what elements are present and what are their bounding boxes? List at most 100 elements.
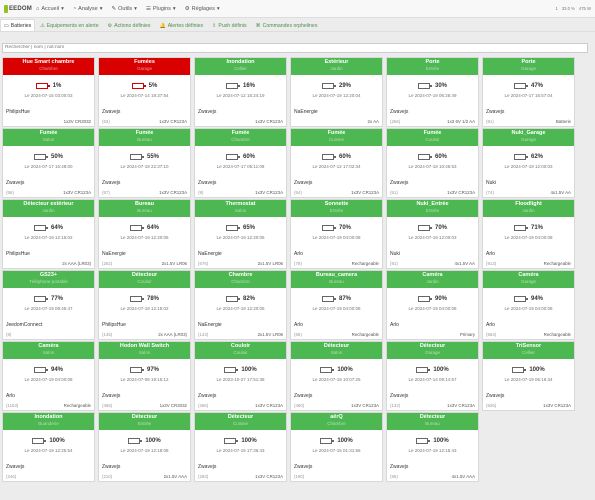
- battery-percent: 94%: [530, 295, 543, 302]
- battery-card[interactable]: Hodon Wall Switch Salon 97% Le 2024-07-08 1…: [98, 341, 191, 411]
- battery-card[interactable]: Porte Entrée 30% Le 2024-07-19 06:26:49 Zwav…: [386, 57, 479, 127]
- tab-alertes[interactable]: 🔔 Alertes définies: [155, 19, 207, 31]
- card-room: Entrée: [425, 208, 440, 213]
- battery-card[interactable]: Détecteur Cuisine 100% Le 2024-07-15 17:36:…: [194, 412, 287, 482]
- card-protocol: Arlo: [390, 322, 399, 328]
- battery-card[interactable]: Extérieur Jardin 29% Le 2024-07-19 12:20:04…: [290, 57, 383, 127]
- card-protocol: NaEnergie: [102, 251, 126, 257]
- battery-card[interactable]: Détecteur Entrée 100% Le 2024-07-19 12:18:0…: [98, 412, 191, 482]
- battery-card[interactable]: Détecteur Salon 100% Le 2024-07-18 10:07:25…: [290, 341, 383, 411]
- card-date: Le 2024-07-19 12:15:43: [408, 448, 457, 453]
- battery-card[interactable]: Nuki_Garage Garage 62% Le 2024-07-19 12:00:…: [482, 128, 575, 198]
- card-header: Fumée Chambre: [195, 129, 286, 146]
- card-header: Nuki_Entrée Entrée: [387, 200, 478, 217]
- card-footer: (266) 1x3V CR123A: [198, 403, 283, 408]
- card-title: Inondation: [226, 59, 255, 65]
- card-header: Détecteur Garage: [387, 342, 478, 359]
- card-protocol: JeedomConnect: [6, 322, 43, 328]
- tab-commandes-orphelines[interactable]: ⌘ Commandes orphelines: [252, 19, 322, 31]
- card-battery-type: Rechargeable: [63, 403, 91, 408]
- card-room: Entrée: [137, 421, 152, 426]
- card-room: Bureau: [425, 421, 440, 426]
- card-title: Couloir: [230, 343, 251, 349]
- battery-card[interactable]: Porte Garage 47% Le 2024-07-17 16:57:04 Zwav…: [482, 57, 575, 127]
- card-id: (564): [486, 332, 497, 337]
- battery-card[interactable]: Nuki_Entrée Entrée 70% Le 2024-07-19 12:00:…: [386, 199, 479, 269]
- battery-card[interactable]: aërQ Chambre 100% Le 2024-07-15 01:31:56 Zwa…: [290, 412, 383, 482]
- card-room: Salon: [42, 350, 55, 355]
- card-protocol: Arlo: [486, 251, 495, 257]
- battery-card[interactable]: TriSensor Cellier 100% Le 2024-07-19 06:16:…: [482, 341, 575, 411]
- card-date: Le 2024-07-12 15:24:19: [216, 93, 265, 98]
- status-humidity[interactable]: 33.0 %: [562, 6, 575, 11]
- battery-card[interactable]: Fumée Chambre 60% Le 2024-07-17 05:11:09 Zwa…: [194, 128, 287, 198]
- battery-card[interactable]: Bureau_camera Bureau 87% Le 2024-07-19 04:0…: [290, 270, 383, 340]
- tab-actions[interactable]: ⚙ Actions définies: [104, 19, 155, 31]
- battery-card[interactable]: Thermostat Salon 65% Le 2024-07-19 12:20:05…: [194, 199, 287, 269]
- card-footer: (455) 1x3V CR2032: [102, 403, 187, 408]
- tab-bar: ▭ Batteries ⚠ Equipements en alerte ⚙ Actio…: [0, 18, 595, 32]
- tab-equipements-alerte[interactable]: ⚠ Equipements en alerte: [36, 19, 102, 31]
- battery-icon: [512, 366, 527, 373]
- card-protocol: Arlo: [294, 322, 303, 328]
- card-level: 47%: [483, 81, 574, 90]
- battery-icon: [225, 224, 240, 231]
- battery-card[interactable]: Caméra Jardin 90% Le 2024-07-19 04:00:08 Arl…: [386, 270, 479, 340]
- battery-icon: [33, 366, 48, 373]
- battery-card[interactable]: Détecteur extérieur Jardin 64% Le 2024-07-1…: [2, 199, 95, 269]
- battery-card[interactable]: Fumée Salon 50% Le 2024-07-17 15:48:00 Zwave…: [2, 128, 95, 198]
- card-header: Hue Smart chambre Chambre: [3, 58, 94, 75]
- battery-card[interactable]: Bureau Bureau 64% Le 2024-07-19 12:20:05 NaE…: [98, 199, 191, 269]
- menu-reglages[interactable]: ⚙ Réglages ▾: [185, 6, 220, 12]
- battery-card[interactable]: Détecteur Bureau 100% Le 2024-07-19 12:15:4…: [386, 412, 479, 482]
- menu-analyse[interactable]: ◔ Analyse ▾: [73, 6, 103, 12]
- battery-card[interactable]: GS23+ Téléphone portable 77% Le 2024-07-19 …: [2, 270, 95, 340]
- card-room: Entrée: [425, 66, 440, 71]
- card-title: Détecteur: [419, 414, 446, 420]
- battery-card[interactable]: Couloir Couloir 100% Le 2023-10-27 17:51:38…: [194, 341, 287, 411]
- menu-accueil[interactable]: ⌂ Accueil ▾: [36, 6, 64, 12]
- tab-batteries[interactable]: ▭ Batteries: [0, 19, 36, 31]
- jeedom-logo[interactable]: EEDOM: [4, 4, 32, 13]
- battery-card[interactable]: Hue Smart chambre Chambre 1% Le 2024-07-15 …: [2, 57, 95, 127]
- battery-card[interactable]: Fumée Bureau 55% Le 2024-07-18 22:37:10 Zwav…: [98, 128, 191, 198]
- card-protocol: Zwavejs: [390, 109, 409, 115]
- card-protocol: Zwavejs: [486, 109, 505, 115]
- card-title: Fumée: [39, 130, 58, 136]
- card-header: Hodon Wall Switch Salon: [99, 342, 190, 359]
- top-navbar: EEDOM ⌂ Accueil ▾ ◔ Analyse ▾ ✎ Outils ▾ ☰ Plug…: [0, 0, 595, 18]
- menu-plugins[interactable]: ☰ Plugins ▾: [146, 6, 176, 12]
- tab-push[interactable]: ⇪ Push définis: [208, 19, 250, 31]
- main-menu: ⌂ Accueil ▾ ◔ Analyse ▾ ✎ Outils ▾ ☰ Plugins ▾ ⚙…: [36, 6, 220, 12]
- battery-card[interactable]: Inondation Buanderie 100% Le 2024-07-19 12:…: [2, 412, 95, 482]
- card-room: Garage: [520, 66, 536, 71]
- battery-card[interactable]: Inondation Cellier 16% Le 2024-07-12 15:24:…: [194, 57, 287, 127]
- status-count[interactable]: 1: [556, 6, 558, 11]
- status-power[interactable]: 475 W: [579, 6, 591, 11]
- card-room: Salon: [42, 137, 55, 142]
- card-id: (210): [102, 474, 113, 479]
- card-title: Nuki_Entrée: [416, 201, 449, 207]
- card-level: 29%: [291, 81, 382, 90]
- card-battery-type: 1x3V CR123A: [255, 119, 283, 124]
- card-room: Jardin: [522, 208, 535, 213]
- menu-outils[interactable]: ✎ Outils ▾: [112, 6, 137, 12]
- battery-card[interactable]: Sonnette Entrée 70% Le 2024-07-19 04:00:08 A…: [290, 199, 383, 269]
- battery-card[interactable]: Fumées Garage 5% Le 2024-07-14 19:37:54 Zwav…: [98, 57, 191, 127]
- battery-percent: 70%: [434, 224, 447, 231]
- battery-card[interactable]: Caméra Salon 94% Le 2024-07-19 04:00:08 Arlo…: [2, 341, 95, 411]
- battery-card[interactable]: Fumée Cuisine 60% Le 2024-07-12 17:02:34 Zwa…: [290, 128, 383, 198]
- battery-card[interactable]: Floodlight Jardin 71% Le 2024-07-19 04:00:0…: [482, 199, 575, 269]
- battery-card[interactable]: Chambre Chambre 82% Le 2024-07-19 12:20:05 N…: [194, 270, 287, 340]
- battery-card[interactable]: Fumée Couloir 60% Le 2024-07-18 10:46:53 Zwa…: [386, 128, 479, 198]
- card-battery-type: 2x AA: [367, 119, 379, 124]
- search-input[interactable]: [2, 42, 588, 53]
- card-date: Le 2024-07-19 04:00:08: [24, 377, 73, 382]
- card-battery-type: Batterie: [555, 119, 571, 124]
- card-room: Garage: [424, 350, 440, 355]
- card-header: Nuki_Garage Garage: [483, 129, 574, 146]
- battery-card[interactable]: Détecteur Garage 100% Le 2024-07-14 09:14:5…: [386, 341, 479, 411]
- battery-card[interactable]: Caméra Garage 94% Le 2024-07-19 04:00:08 Arl…: [482, 270, 575, 340]
- card-level: 90%: [387, 294, 478, 303]
- battery-card[interactable]: Détecteur Couloir 78% Le 2024-07-19 12:15:0…: [98, 270, 191, 340]
